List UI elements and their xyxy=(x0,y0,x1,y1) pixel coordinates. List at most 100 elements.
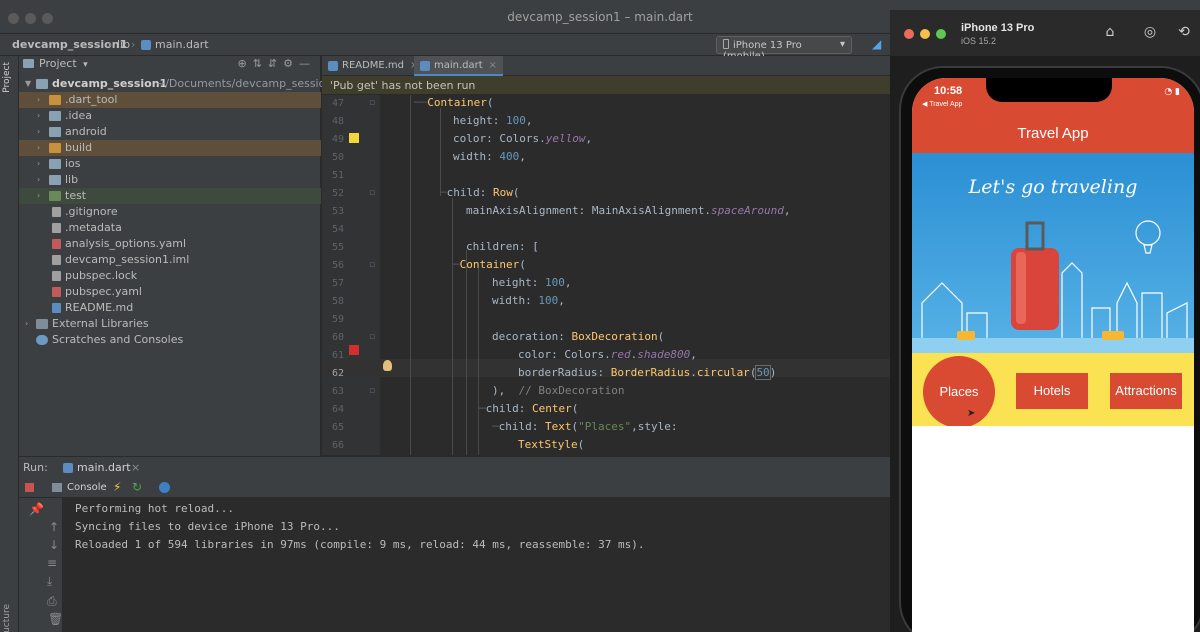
tree-item-label: .gitignore xyxy=(65,205,118,218)
device-selector[interactable]: iPhone 13 Pro (mobile) ▾ xyxy=(716,36,852,62)
up-arrow-icon[interactable]: ↑ xyxy=(49,520,59,534)
console-line: Syncing files to device iPhone 13 Pro... xyxy=(75,520,340,533)
tab-main-dart[interactable]: main.dart × xyxy=(414,56,504,76)
library-icon xyxy=(36,319,48,329)
tree-item-test[interactable]: › test xyxy=(19,188,321,204)
line-number: 59 xyxy=(331,314,344,325)
line-number-current: 62 xyxy=(331,368,344,379)
indent-guide xyxy=(466,250,467,455)
tree-item-lib[interactable]: › lib xyxy=(19,172,321,188)
back-link[interactable]: ◀ Travel App xyxy=(922,100,962,108)
gear-icon[interactable]: ⚙ xyxy=(283,57,299,70)
tree-item-label: pubspec.lock xyxy=(65,269,138,282)
line-number: 63 xyxy=(331,386,344,397)
fold-icon[interactable]: ▫ xyxy=(369,98,375,108)
tree-item-pubspec-lock[interactable]: pubspec.lock xyxy=(19,268,321,284)
tree-item-metadata[interactable]: .metadata xyxy=(19,220,321,236)
rotate-icon[interactable]: ⟲ xyxy=(1176,24,1192,40)
pin-icon[interactable]: 📌 xyxy=(29,502,44,516)
structure-tool-tab[interactable]: Structure xyxy=(2,604,12,632)
hot-reload-icon[interactable]: ⚡ xyxy=(113,480,121,494)
sort-icon[interactable]: ⇵ xyxy=(268,57,283,70)
fold-icon[interactable]: ▫ xyxy=(369,260,375,270)
minimize-window-button[interactable] xyxy=(920,29,930,39)
code-editor[interactable] xyxy=(380,95,900,455)
line-number: 61 xyxy=(331,350,344,361)
breadcrumb-folder[interactable]: lib xyxy=(117,38,130,51)
line-number: 55 xyxy=(331,242,344,253)
tree-item-android[interactable]: › android xyxy=(19,124,321,140)
markdown-file-icon xyxy=(52,303,61,313)
trash-icon[interactable]: 🗑 xyxy=(48,612,63,626)
tab-readme[interactable]: README.md× xyxy=(322,56,424,76)
lightbulb-icon[interactable] xyxy=(383,360,392,371)
zoom-window-button[interactable] xyxy=(936,29,946,39)
red-color-swatch[interactable] xyxy=(349,345,359,355)
tree-item-gitignore[interactable]: .gitignore xyxy=(19,204,321,220)
close-icon[interactable]: × xyxy=(489,60,497,71)
flutter-icon[interactable]: ◢ xyxy=(872,37,881,51)
collapse-icon[interactable]: ⇅ xyxy=(253,57,268,70)
line-number: 53 xyxy=(331,206,344,217)
down-arrow-icon[interactable]: ↓ xyxy=(49,538,59,552)
travel-banner-image: Let's go traveling xyxy=(912,153,1194,353)
tree-item-scratches[interactable]: Scratches and Consoles xyxy=(19,332,321,348)
simulator-device-name: iPhone 13 Pro xyxy=(961,22,1035,34)
tree-item-external-libraries[interactable]: › External Libraries xyxy=(19,316,321,332)
tree-item-ios[interactable]: › ios xyxy=(19,156,321,172)
folder-icon xyxy=(49,159,61,169)
soft-wrap-icon[interactable]: ≡ xyxy=(47,556,57,570)
tree-item-idea[interactable]: › .idea xyxy=(19,108,321,124)
attractions-button[interactable]: Attractions xyxy=(1110,373,1182,409)
hide-icon[interactable]: — xyxy=(299,57,316,70)
print-icon[interactable]: ⎙ xyxy=(47,594,57,609)
tree-root[interactable]: ▼ devcamp_session1 ~/Documents/devcamp_s… xyxy=(19,76,339,92)
project-panel-title[interactable]: Project xyxy=(39,57,77,70)
close-icon[interactable]: × xyxy=(131,461,140,474)
file-icon xyxy=(52,207,61,217)
banner-text: Let's go traveling xyxy=(968,176,1138,198)
close-window-button[interactable] xyxy=(904,29,914,39)
indent-guide xyxy=(440,108,441,196)
screenshot-icon[interactable]: ◎ xyxy=(1142,24,1158,40)
hotels-button[interactable]: Hotels xyxy=(1016,373,1088,409)
fold-icon[interactable]: ▫ xyxy=(369,332,375,342)
console-output[interactable]: Performing hot reload... Syncing files t… xyxy=(64,498,900,632)
fold-icon[interactable]: ▫ xyxy=(369,188,375,198)
code-line: ─Container( xyxy=(453,258,526,271)
tree-item-iml[interactable]: devcamp_session1.iml xyxy=(19,252,321,268)
code-line: mainAxisAlignment: MainAxisAlignment.spa… xyxy=(466,204,791,217)
run-config-tab[interactable]: main.dart xyxy=(77,461,131,474)
line-number: 65 xyxy=(331,422,344,433)
markdown-file-icon xyxy=(328,61,338,71)
home-icon[interactable]: ⌂ xyxy=(1102,24,1118,40)
tree-item-build[interactable]: › build xyxy=(19,140,321,156)
tree-item-analysis-options[interactable]: analysis_options.yaml xyxy=(19,236,321,252)
code-line: borderRadius: BorderRadius.circular(50) xyxy=(518,365,777,380)
hot-restart-icon[interactable]: ↻ xyxy=(132,480,142,494)
devtools-icon[interactable] xyxy=(159,482,170,493)
breadcrumb-file[interactable]: main.dart xyxy=(155,38,209,51)
yellow-color-swatch[interactable] xyxy=(349,133,359,143)
project-tool-tab[interactable]: Project xyxy=(2,62,12,93)
line-number: 51 xyxy=(331,170,344,181)
stop-icon[interactable] xyxy=(25,483,34,492)
category-row: Places Hotels Attractions ➤ xyxy=(912,353,1194,428)
chevron-down-icon[interactable]: ▾ xyxy=(83,60,88,70)
folder-icon xyxy=(36,79,48,89)
tree-item-pubspec-yaml[interactable]: pubspec.yaml xyxy=(19,284,321,300)
tree-item-label: ios xyxy=(65,157,81,170)
dart-file-icon xyxy=(420,61,430,71)
folder-icon xyxy=(23,59,34,68)
tab-label: main.dart xyxy=(434,60,483,71)
console-tab[interactable]: Console xyxy=(67,482,107,493)
simulator-os-version: iOS 15.2 xyxy=(961,36,997,46)
tree-item-dart-tool[interactable]: › .dart_tool xyxy=(19,92,321,108)
editor-tabs: README.md× main.dart × xyxy=(322,56,900,76)
scroll-end-icon[interactable]: ⤓ xyxy=(47,574,52,589)
console-icon xyxy=(52,483,62,492)
tree-item-readme[interactable]: README.md xyxy=(19,300,321,316)
places-button[interactable]: Places xyxy=(923,356,995,428)
locate-icon[interactable]: ⊕ xyxy=(237,57,252,70)
fold-icon[interactable]: ▫ xyxy=(369,386,375,396)
